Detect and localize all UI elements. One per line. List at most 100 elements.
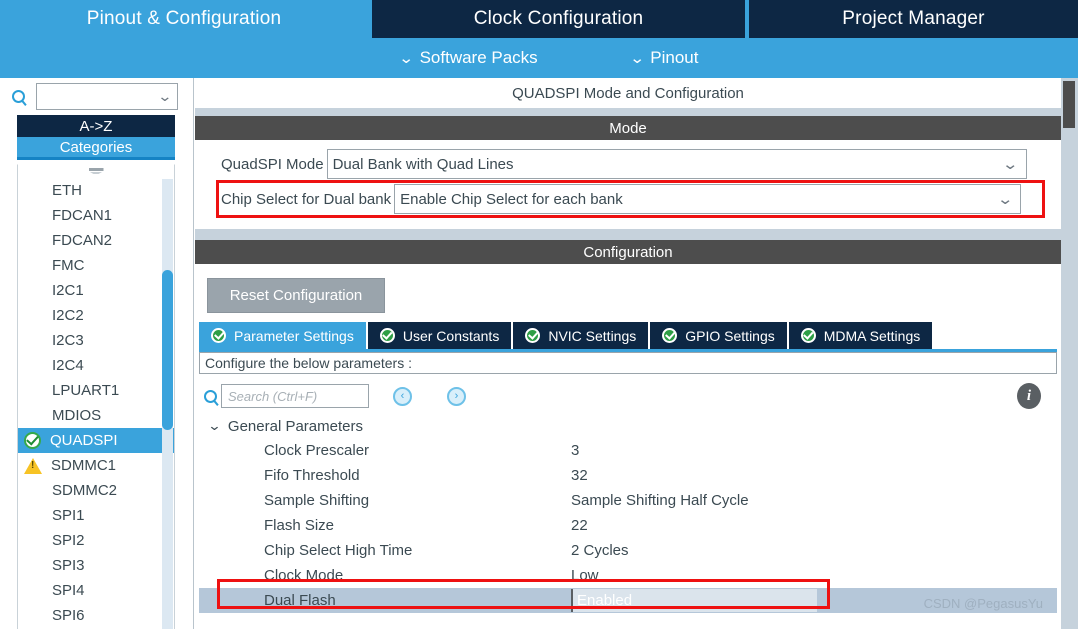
tab-project-manager-label: Project Manager [842, 8, 985, 29]
tab-user-constants[interactable]: User Constants [367, 322, 514, 349]
parameter-value[interactable]: Sample Shifting Half Cycle [571, 492, 1057, 509]
sidebar-item-label: SPI1 [52, 507, 85, 524]
parameter-row-fifo-threshold[interactable]: Fifo Threshold 32 [199, 463, 1057, 488]
tab-mdma-settings-label: MDMA Settings [823, 327, 921, 344]
content-scrollbar-track[interactable] [1061, 78, 1078, 629]
peripheral-sidebar: ⌄ A->Z Categories ETH FDCAN1 FDCAN2 FMC [0, 78, 194, 629]
chip-select-dual-bank-row: Chip Select for Dual bank Enable Chip Se… [221, 184, 1022, 214]
chevron-down-icon: ⌄ [207, 418, 222, 433]
nav-next-button[interactable]: › [447, 386, 466, 406]
menu-software-packs[interactable]: ⌄ Software Packs [398, 48, 537, 68]
content-scrollbar-thumb[interactable] [1063, 81, 1075, 128]
check-circle-icon [24, 432, 41, 449]
parameter-row-clock-mode[interactable]: Clock Mode Low [199, 563, 1057, 588]
list-collapse-handle[interactable] [18, 165, 174, 178]
sidebar-item-label: ETH [52, 182, 82, 199]
tab-project-manager[interactable]: Project Manager [749, 0, 1078, 38]
parameter-value-editor[interactable]: Enabled [571, 589, 817, 612]
parameter-row-clock-prescaler[interactable]: Clock Prescaler 3 [199, 438, 1057, 463]
page-title: QUADSPI Mode and Configuration [195, 78, 1061, 108]
sidebar-item-sdmmc1[interactable]: SDMMC1 [18, 453, 174, 478]
sidebar-categories-button[interactable]: Categories [17, 137, 175, 160]
tab-pinout-configuration[interactable]: Pinout & Configuration [0, 0, 368, 38]
sidebar-item-label: SPI3 [52, 557, 85, 574]
chevron-down-icon: ⌄ [157, 87, 173, 104]
sidebar-item-spi6[interactable]: SPI6 [18, 603, 174, 628]
tab-mdma-settings[interactable]: MDMA Settings [788, 322, 933, 349]
parameter-list: ⌄ General Parameters Clock Prescaler 3 F… [199, 414, 1057, 624]
menu-pinout[interactable]: ⌄ Pinout [629, 48, 698, 68]
sidebar-item-label: SPI6 [52, 607, 85, 624]
info-icon[interactable]: i [1017, 383, 1041, 409]
sidebar-item-label: SDMMC1 [51, 457, 117, 474]
sidebar-sort-az-button[interactable]: A->Z [17, 115, 175, 137]
configure-parameters-note: Configure the below parameters : [199, 352, 1057, 374]
tab-gpio-settings[interactable]: GPIO Settings [650, 322, 789, 349]
chip-select-dual-bank-select[interactable]: Enable Chip Select for each bank ⌄ [394, 184, 1022, 214]
sub-menu-bar: ⌄ Software Packs ⌄ Pinout [0, 38, 1078, 78]
parameter-value[interactable]: 3 [571, 442, 1057, 459]
tab-nvic-settings[interactable]: NVIC Settings [513, 322, 651, 349]
sidebar-item-spi3[interactable]: SPI3 [18, 553, 174, 578]
sidebar-item-label: QUADSPI [50, 432, 118, 449]
sidebar-item-fdcan2[interactable]: FDCAN2 [18, 228, 174, 253]
sidebar-item-i2c4[interactable]: I2C4 [18, 353, 174, 378]
quadspi-mode-label: QuadSPI Mode [221, 155, 324, 173]
parameter-value[interactable]: 2 Cycles [571, 542, 1057, 559]
nav-prev-label: ‹ [400, 390, 405, 402]
sidebar-item-sdmmc2[interactable]: SDMMC2 [18, 478, 174, 503]
sidebar-item-spi2[interactable]: SPI2 [18, 528, 174, 553]
sidebar-search-combo[interactable]: ⌄ [36, 82, 178, 110]
parameter-search-box[interactable] [221, 384, 369, 408]
parameter-name: Sample Shifting [264, 492, 370, 509]
reset-configuration-label: Reset Configuration [229, 287, 363, 304]
sidebar-item-spi1[interactable]: SPI1 [18, 503, 174, 528]
configuration-section-label: Configuration [583, 243, 673, 261]
parameter-row-flash-size[interactable]: Flash Size 22 [199, 513, 1057, 538]
parameter-name: Fifo Threshold [264, 467, 360, 484]
parameter-search-input[interactable] [226, 386, 366, 406]
sidebar-item-eth[interactable]: ETH [18, 178, 174, 203]
parameter-name: Chip Select High Time [264, 542, 413, 559]
mode-section-label: Mode [609, 119, 647, 137]
search-icon [0, 82, 36, 110]
sidebar-scrollbar-thumb[interactable] [162, 270, 173, 430]
sidebar-search-input[interactable] [40, 84, 158, 108]
sidebar-item-quadspi[interactable]: QUADSPI [18, 428, 174, 453]
tab-parameter-settings-label: Parameter Settings [234, 327, 354, 344]
parameter-value[interactable]: 32 [571, 467, 1057, 484]
sidebar-item-lpuart1[interactable]: LPUART1 [18, 378, 174, 403]
sidebar-item-fdcan1[interactable]: FDCAN1 [18, 203, 174, 228]
sidebar-item-i2c2[interactable]: I2C2 [18, 303, 174, 328]
parameter-row-sample-shifting[interactable]: Sample Shifting Sample Shifting Half Cyc… [199, 488, 1057, 513]
nav-next-label: › [454, 390, 459, 402]
nav-prev-button[interactable]: ‹ [393, 386, 412, 406]
tab-clock-configuration[interactable]: Clock Configuration [372, 0, 745, 38]
quadspi-mode-select[interactable]: Dual Bank with Quad Lines ⌄ [326, 149, 1027, 179]
peripheral-list[interactable]: ETH FDCAN1 FDCAN2 FMC I2C1 I2C2 I2C3 I2C… [17, 164, 175, 629]
mode-section-header: Mode [195, 116, 1061, 140]
configuration-section-header: Configuration [195, 240, 1061, 264]
sidebar-item-i2c3[interactable]: I2C3 [18, 328, 174, 353]
reset-configuration-button[interactable]: Reset Configuration [207, 278, 385, 313]
sidebar-item-label: SDMMC2 [52, 482, 118, 499]
chevron-down-icon: ⌄ [1001, 156, 1019, 173]
sidebar-item-i2c1[interactable]: I2C1 [18, 278, 174, 303]
sidebar-search-row: ⌄ [0, 81, 194, 111]
tab-nvic-settings-label: NVIC Settings [548, 327, 637, 344]
sidebar-sort-az-label: A->Z [79, 117, 113, 135]
sidebar-item-spi4[interactable]: SPI4 [18, 578, 174, 603]
tab-clock-configuration-label: Clock Configuration [473, 8, 644, 29]
parameter-value[interactable]: Low [571, 567, 1057, 584]
parameter-row-chip-select-high-time[interactable]: Chip Select High Time 2 Cycles [199, 538, 1057, 563]
parameter-group-general[interactable]: ⌄ General Parameters [199, 414, 1057, 438]
tab-parameter-settings[interactable]: Parameter Settings [199, 322, 368, 349]
tab-user-constants-label: User Constants [402, 327, 500, 344]
sidebar-item-mdios[interactable]: MDIOS [18, 403, 174, 428]
chip-select-dual-bank-label: Chip Select for Dual bank [221, 190, 392, 208]
parameter-value[interactable]: 22 [571, 517, 1057, 534]
sidebar-item-label: SPI2 [52, 532, 85, 549]
sidebar-item-label: FDCAN1 [52, 207, 113, 224]
sidebar-item-fmc[interactable]: FMC [18, 253, 174, 278]
sidebar-item-label: I2C3 [52, 332, 84, 349]
